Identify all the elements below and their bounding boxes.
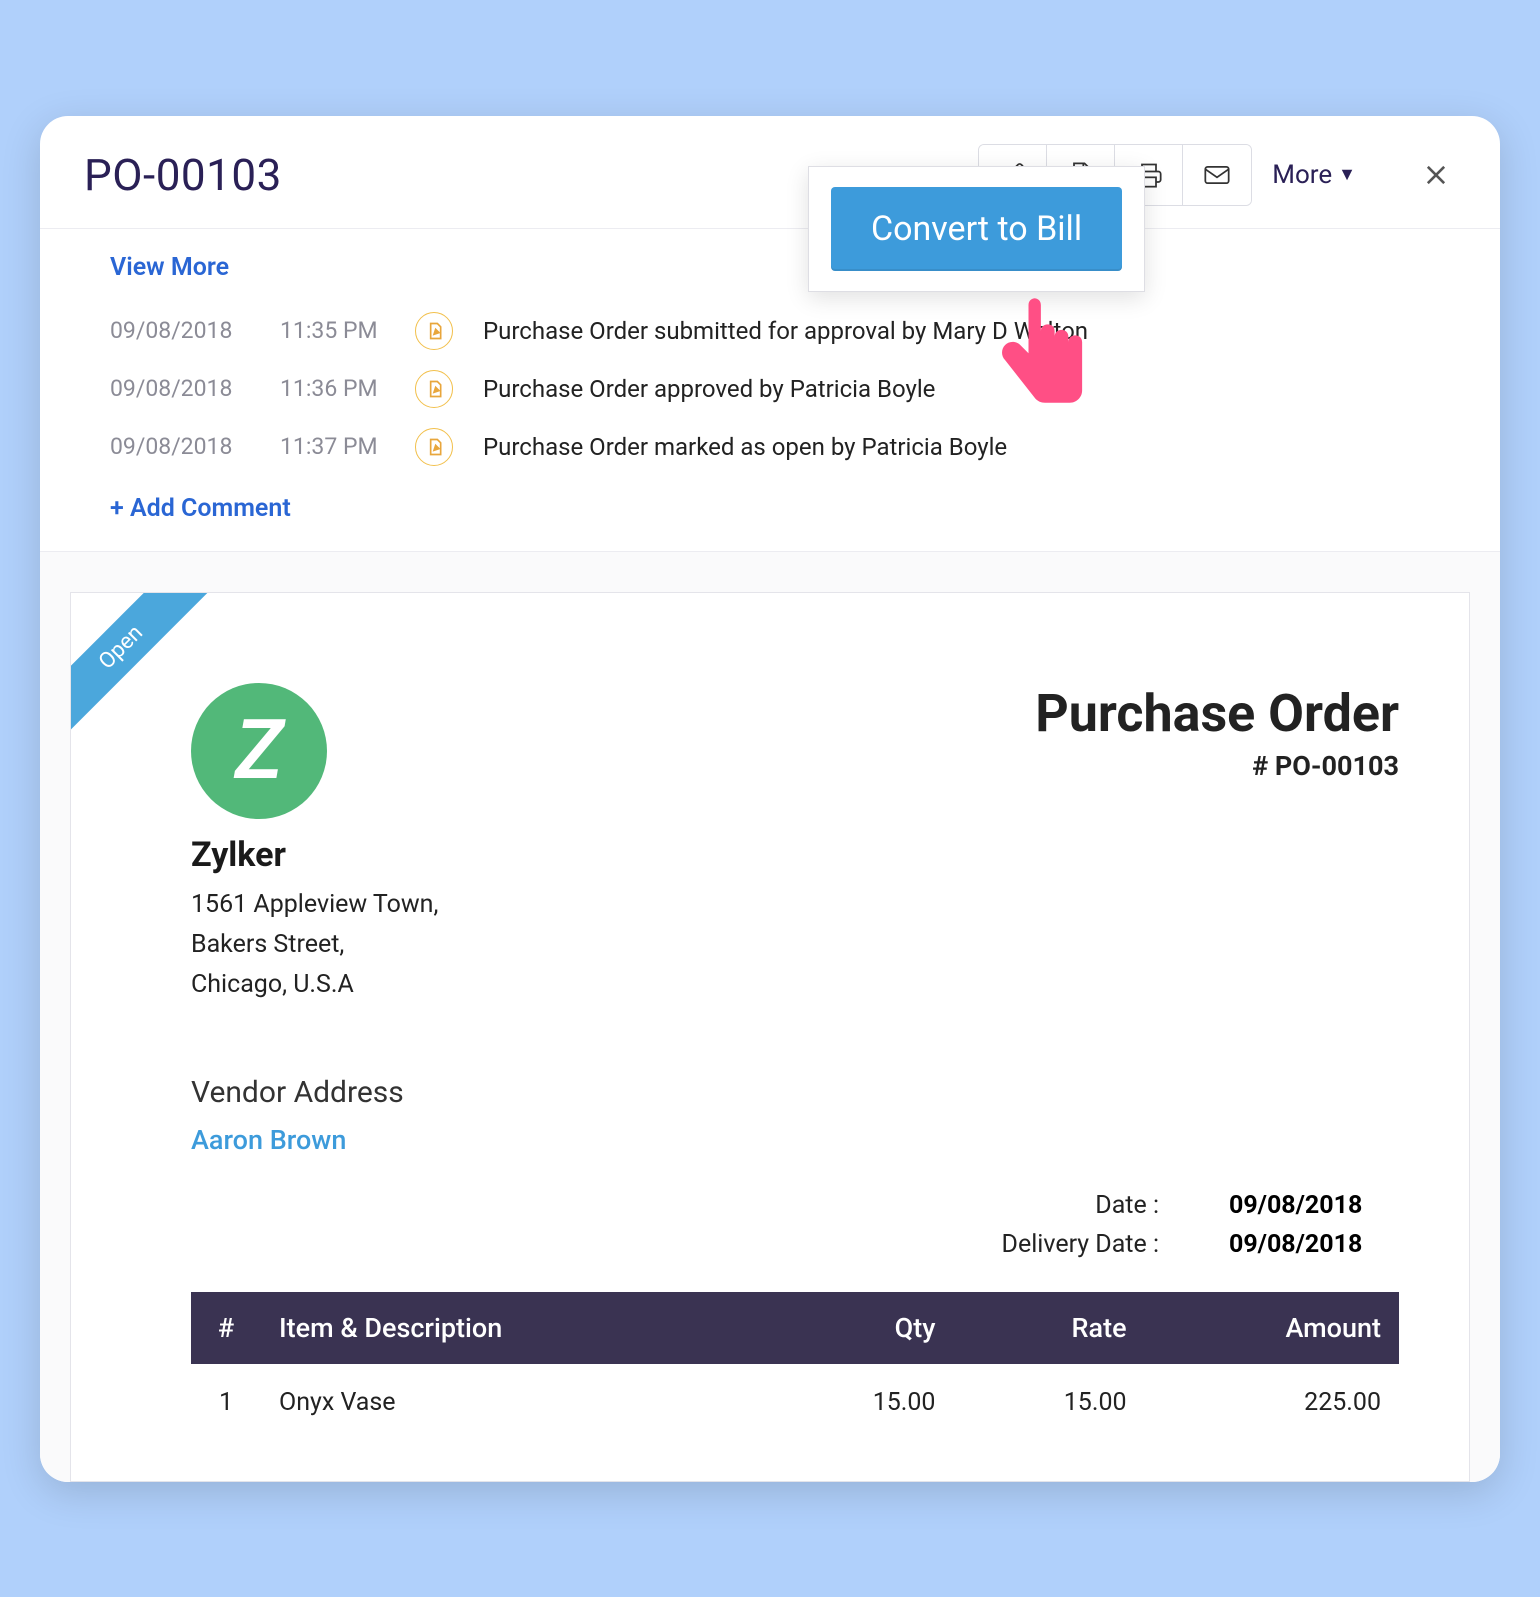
address-line: 1561 Appleview Town,	[191, 885, 438, 925]
activity-text: Purchase Order approved by Patricia Boyl…	[483, 375, 935, 403]
col-num: #	[191, 1292, 261, 1364]
convert-popover: Convert to Bill	[808, 166, 1145, 292]
address-line: Chicago, U.S.A	[191, 965, 438, 1005]
activity-date: 09/08/2018	[110, 375, 250, 402]
vendor-link[interactable]: Aaron Brown	[191, 1124, 1399, 1156]
add-comment-link[interactable]: + Add Comment	[110, 494, 1430, 523]
cell-num: 1	[191, 1364, 261, 1441]
activity-row: 09/08/2018 11:36 PM Purchase Order appro…	[110, 360, 1430, 418]
company-block: Z Zylker 1561 Appleview Town, Bakers Str…	[191, 683, 438, 1005]
status-ribbon: Open	[71, 593, 211, 733]
activity-date: 09/08/2018	[110, 317, 250, 344]
mail-icon	[1203, 161, 1231, 189]
more-dropdown[interactable]: More ▼	[1272, 160, 1356, 190]
activity-time: 11:36 PM	[280, 375, 385, 402]
vendor-heading: Vendor Address	[191, 1075, 1399, 1110]
col-qty: Qty	[762, 1292, 953, 1364]
col-rate: Rate	[953, 1292, 1144, 1364]
cell-qty: 15.00	[762, 1364, 953, 1441]
page-title: PO-00103	[84, 149, 282, 201]
convert-to-bill-button[interactable]: Convert to Bill	[831, 187, 1122, 271]
status-text: Open	[71, 593, 208, 733]
activity-time: 11:37 PM	[280, 433, 385, 460]
cell-amount: 225.00	[1145, 1364, 1399, 1441]
document-header: Z Zylker 1561 Appleview Town, Bakers Str…	[191, 683, 1399, 1005]
table-row: 1 Onyx Vase 15.00 15.00 225.00	[191, 1364, 1399, 1441]
email-button[interactable]	[1183, 145, 1251, 205]
doc-edit-icon	[415, 312, 453, 350]
activity-text: Purchase Order marked as open by Patrici…	[483, 433, 1007, 461]
po-document: Open Z Zylker 1561 Appleview Town, Baker…	[70, 592, 1470, 1482]
address-line: Bakers Street,	[191, 925, 438, 965]
po-detail-card: PO-00103 More ▼ Convert to Bill	[40, 116, 1500, 1482]
doc-edit-icon	[415, 428, 453, 466]
activity-date: 09/08/2018	[110, 433, 250, 460]
col-item: Item & Description	[261, 1292, 762, 1364]
activity-panel: View More 09/08/2018 11:35 PM Purchase O…	[40, 229, 1500, 552]
topbar: PO-00103 More ▼ Convert to Bill	[40, 116, 1500, 229]
company-name: Zylker	[191, 835, 438, 875]
delivery-date-value: 09/08/2018	[1229, 1230, 1399, 1259]
meta-row: Delivery Date : 09/08/2018	[191, 1225, 1399, 1264]
close-icon	[1422, 161, 1450, 189]
activity-row: 09/08/2018 11:35 PM Purchase Order submi…	[110, 302, 1430, 360]
activity-time: 11:35 PM	[280, 317, 385, 344]
items-table: # Item & Description Qty Rate Amount 1 O…	[191, 1292, 1399, 1441]
meta-rows: Date : 09/08/2018 Delivery Date : 09/08/…	[191, 1186, 1399, 1264]
cell-item: Onyx Vase	[261, 1364, 762, 1441]
col-amount: Amount	[1145, 1292, 1399, 1364]
company-logo: Z	[191, 683, 327, 819]
date-value: 09/08/2018	[1229, 1191, 1399, 1220]
more-label: More	[1272, 160, 1332, 190]
meta-row: Date : 09/08/2018	[191, 1186, 1399, 1225]
cursor-hand-icon	[990, 286, 1100, 430]
view-more-link[interactable]: View More	[110, 253, 229, 282]
document-title: Purchase Order	[1035, 683, 1399, 744]
document-wrap: Open Z Zylker 1561 Appleview Town, Baker…	[40, 552, 1500, 1482]
document-number: # PO-00103	[1035, 750, 1399, 782]
activity-row: 09/08/2018 11:37 PM Purchase Order marke…	[110, 418, 1430, 476]
date-label: Date :	[1095, 1191, 1159, 1220]
document-title-block: Purchase Order # PO-00103	[1035, 683, 1399, 782]
doc-edit-icon	[415, 370, 453, 408]
delivery-date-label: Delivery Date :	[1002, 1230, 1159, 1259]
cell-rate: 15.00	[953, 1364, 1144, 1441]
chevron-down-icon: ▼	[1338, 164, 1356, 185]
vendor-section: Vendor Address Aaron Brown Date : 09/08/…	[191, 1075, 1399, 1441]
close-button[interactable]	[1416, 155, 1456, 195]
